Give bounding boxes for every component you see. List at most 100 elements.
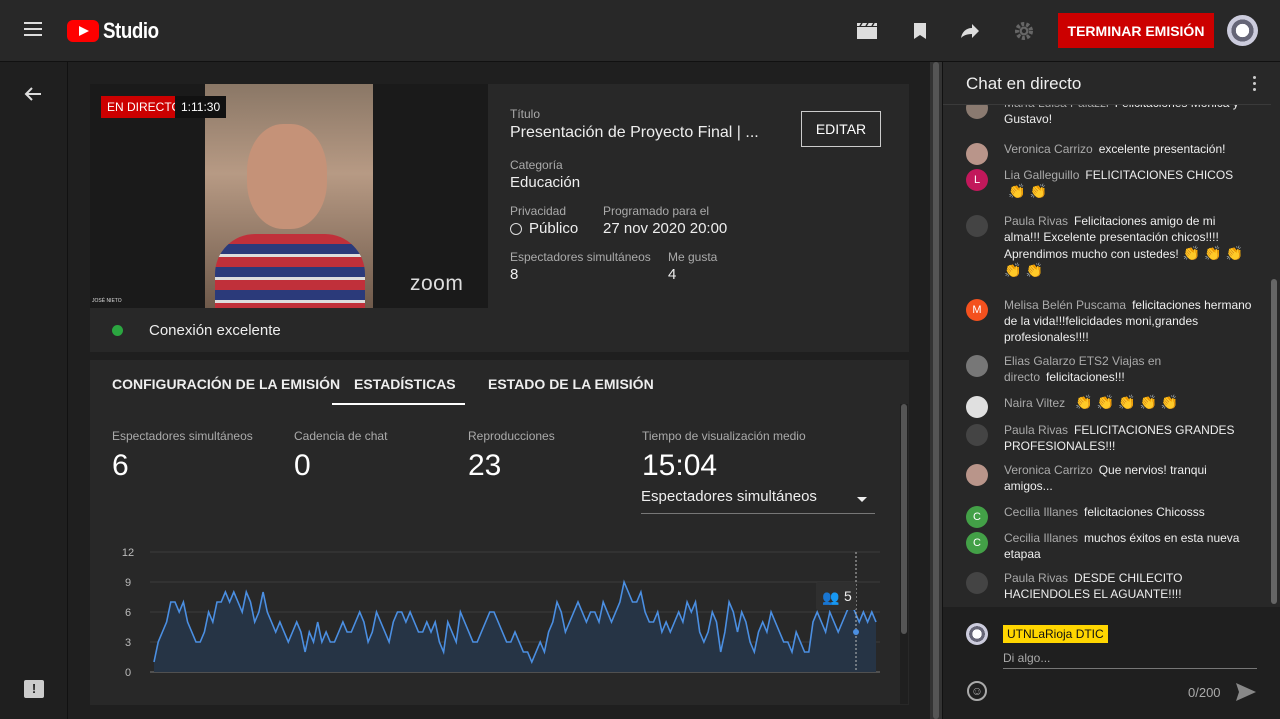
caret-down-icon [857,497,867,502]
message-text: excelente presentación! [1098,142,1226,156]
author-name[interactable]: Cecilia Illanes [1004,531,1078,545]
message-text: felicitaciones Chicosss [1084,505,1205,519]
likes-value: 4 [668,266,677,283]
clapperboard-icon[interactable] [855,19,879,43]
clap-emoji-icon: 👏 [1096,394,1115,410]
chart-svg: 0 3 6 9 12 👥 5 [122,547,880,679]
author-name[interactable]: María Luisa Palazzi [1004,105,1109,110]
message-body: Lia Galleguillo FELICITACIONES CHICOS 👏 👏 [1004,167,1254,200]
author-avatar[interactable]: M [966,299,988,321]
clap-emoji-icon: 👏 [1139,394,1157,410]
bookmark-icon[interactable] [908,19,932,43]
clap-emoji-icon: 👏 [1004,262,1022,278]
y-tick-label: 6 [125,607,131,619]
share-icon[interactable] [958,19,982,43]
message-body: Veronica Carrizo excelente presentación! [1004,141,1254,157]
author-avatar[interactable] [966,396,988,418]
gear-icon[interactable] [1012,19,1036,43]
author-avatar[interactable]: L [966,169,988,191]
author-name[interactable]: Veronica Carrizo [1004,142,1093,156]
author-name[interactable]: Paula Rivas [1004,214,1068,228]
stat-label: Cadencia de chat [294,429,388,443]
author-avatar[interactable] [966,355,988,377]
author-name[interactable]: Naira Viltez [1004,396,1065,410]
message-text: FELICITACIONES CHICOS [1085,168,1234,182]
title-label: Título [510,107,541,121]
author-avatar[interactable] [966,215,988,237]
privacy-value: Público [510,220,610,237]
tab-statistics[interactable]: ESTADÍSTICAS [354,376,456,392]
stream-title: Presentación de Proyecto Final | ... [510,124,759,141]
back-arrow-icon[interactable] [24,86,42,107]
edit-button[interactable]: EDITAR [801,111,881,147]
stat-value: 15:04 [642,449,718,482]
author-name[interactable]: Paula Rivas [1004,423,1068,437]
elapsed-time: 1:11:30 [175,96,227,118]
top-bar: Studio TERMINAR EMISIÓN [0,0,1280,62]
chat-input-area: UTNLaRioja DTIC Di algo... ☺ 0/200 [943,607,1280,719]
message-body: Veronica Carrizo Que nervios! tranqui ami… [1004,462,1254,494]
author-avatar[interactable]: C [966,506,988,528]
account-avatar[interactable] [1227,15,1258,46]
author-name[interactable]: Cecilia Illanes [1004,505,1078,519]
likes-label: Me gusta [668,250,718,264]
webcam-person-image [205,84,373,308]
feedback-icon[interactable]: ! [24,680,44,698]
people-icon: 👥 [822,589,839,606]
viewers-value: 8 [510,266,519,283]
analytics-scrollbar[interactable] [900,404,908,704]
end-stream-button[interactable]: TERMINAR EMISIÓN [1058,13,1214,48]
hover-point [853,629,859,635]
message-body: Paula Rivas FELICITACIONES GRANDES PROFES… [1004,422,1254,454]
message-body: Melisa Belén Puscama felicitaciones herma… [1004,297,1254,345]
metric-select[interactable]: Espectadores simultáneos [641,488,875,514]
clap-emojis: 👏👏👏👏👏 [1075,394,1182,410]
y-tick-label: 12 [122,547,134,559]
chat-input[interactable]: Di algo... [1003,651,1257,669]
message-body: Paula Rivas Felicitaciones amigo de mi al… [1004,213,1254,279]
author-avatar[interactable] [966,424,988,446]
author-name[interactable]: Veronica Carrizo [1004,463,1093,477]
clap-emoji-icon: 👏 [1118,394,1136,410]
clap-emoji-icon: 👏 [1225,245,1244,261]
menu-icon[interactable] [24,22,42,36]
stream-preview[interactable]: EN DIRECTO 1:11:30 zoom JOSÉ NIETO [90,84,488,308]
connection-status: Conexión excelente [112,322,281,339]
author-avatar[interactable] [966,572,988,594]
chat-scrollbar[interactable] [1271,104,1279,604]
author-name[interactable]: Melisa Belén Puscama [1004,298,1126,312]
tooltip-value: 5 [844,588,852,604]
author-avatar[interactable] [966,105,988,119]
panel-scrollbar[interactable] [930,62,942,719]
y-tick-label: 9 [125,577,131,589]
stat-views: Reproducciones 23 [468,429,555,483]
tab-stream-settings[interactable]: CONFIGURACIÓN DE LA EMISIÓN [112,376,340,392]
send-icon[interactable] [1235,682,1257,707]
user-name-badge: UTNLaRioja DTIC [1003,625,1108,643]
author-name[interactable]: Lia Galleguillo [1004,168,1079,182]
chat-messages: María Luisa PalazziFelicitaciones Mónica… [943,104,1271,604]
message-body: Naira Viltez 👏 👏 👏 👏 👏 [1004,394,1254,411]
author-name[interactable]: Paula Rivas [1004,571,1068,585]
active-tab-indicator [332,403,465,405]
chat-title: Chat en directo [966,74,1082,93]
more-options-icon[interactable] [1253,76,1257,94]
stat-value: 23 [468,449,502,482]
message-body: Paula Rivas DESDE CHILECITO HACIENDOLES E… [1004,570,1254,602]
privacy-label: Privacidad [510,204,567,218]
tab-stream-status[interactable]: ESTADO DE LA EMISIÓN [488,376,654,392]
author-avatar[interactable]: C [966,532,988,554]
stat-value: 6 [112,449,129,482]
zoom-watermark: zoom [410,272,464,295]
message-body: Cecilia Illanes felicitaciones Chicosss [1004,504,1254,520]
main-content: EN DIRECTO 1:11:30 zoom JOSÉ NIETO Conex… [68,62,930,719]
left-nav: ! [0,62,68,719]
y-tick-label: 3 [125,637,131,649]
y-tick-label: 0 [125,667,131,679]
stat-label: Espectadores simultáneos [112,429,253,443]
emoji-icon[interactable]: ☺ [967,681,987,701]
author-avatar[interactable] [966,143,988,165]
studio-logo[interactable]: Studio [67,18,168,44]
author-avatar[interactable] [966,464,988,486]
scheduled-value: 27 nov 2020 20:00 [603,220,728,237]
